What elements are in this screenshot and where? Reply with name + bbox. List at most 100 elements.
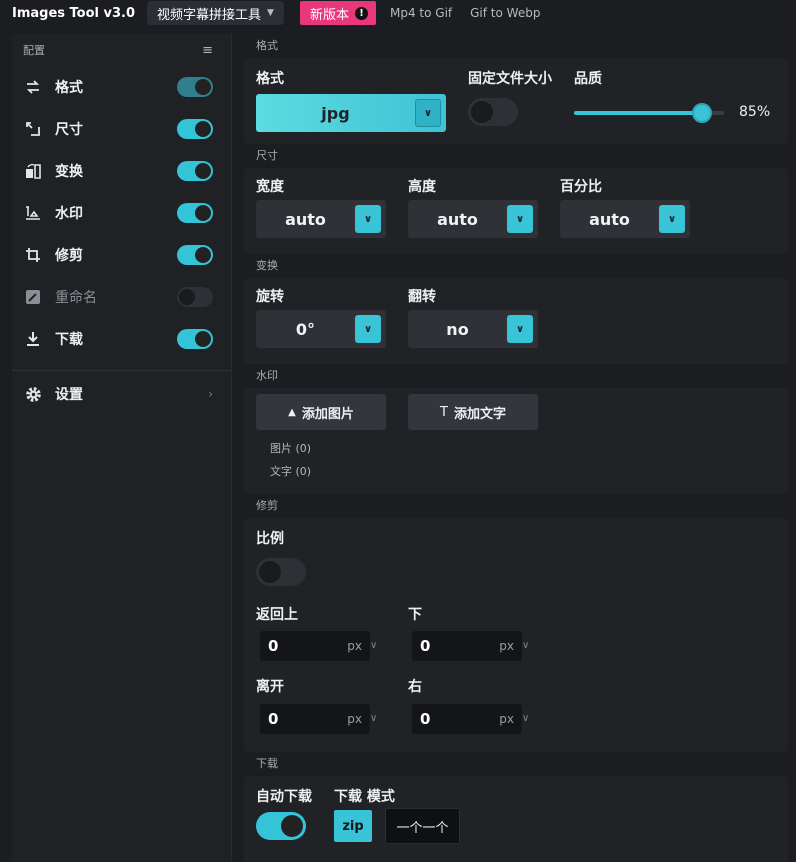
- crop-top-input[interactable]: 0 px: [260, 631, 370, 661]
- download-card: 自动下载 下载 模式 zip 一个一个: [244, 776, 788, 862]
- width-select-value: auto: [285, 209, 326, 229]
- flip-select[interactable]: no ∨: [408, 310, 538, 348]
- download-toggle[interactable]: [177, 329, 213, 349]
- format-card: 格式 jpg ∨ 固定文件大小 品质 85%: [244, 58, 788, 144]
- chevron-down-icon: ∨: [659, 205, 685, 233]
- ratio-toggle[interactable]: [256, 558, 306, 586]
- alert-icon: !: [354, 6, 368, 20]
- section-title-crop: 修剪: [256, 499, 278, 512]
- size-toggle[interactable]: [177, 119, 213, 139]
- tool-select[interactable]: 视频字幕拼接工具 ▼: [147, 1, 284, 25]
- sidebar-item-label: 重命名: [55, 290, 97, 306]
- texts-count: 文字 (0): [270, 465, 312, 478]
- chevron-down-icon: ∨: [355, 205, 381, 233]
- images-count: 图片 (0): [270, 442, 312, 455]
- resize-icon: [24, 120, 42, 138]
- crop-toggle[interactable]: [177, 245, 213, 265]
- sidebar-item-label: 水印: [55, 206, 83, 222]
- mode-single-option[interactable]: 一个一个: [385, 808, 460, 844]
- section-title-watermark: 水印: [256, 369, 278, 382]
- crop-bottom-input[interactable]: 0 px: [412, 631, 522, 661]
- rotate-select[interactable]: 0° ∨: [256, 310, 386, 348]
- sidebar-item-label: 修剪: [55, 248, 83, 264]
- auto-download-label: 自动下载: [256, 789, 312, 805]
- format-select[interactable]: jpg ∨: [256, 94, 446, 132]
- chevron-down-icon: ∨: [507, 315, 533, 343]
- width-select[interactable]: auto ∨: [256, 200, 386, 238]
- add-image-button[interactable]: ▲ 添加图片: [256, 394, 386, 430]
- crop-card: 比例 返回上 0 px ∨ 下 0 px ∨ 离开 0 px ∨ 右 0 px …: [244, 518, 788, 752]
- rotate-label: 旋转: [256, 289, 284, 305]
- quality-slider-fill: [574, 111, 702, 115]
- unit-label: px: [499, 712, 514, 726]
- chevron-down-icon[interactable]: ∨: [522, 640, 529, 651]
- percent-select-value: auto: [589, 209, 630, 229]
- percent-select[interactable]: auto ∨: [560, 200, 690, 238]
- section-title-format: 格式: [256, 39, 278, 52]
- download-icon: [24, 330, 42, 348]
- mode-zip-option[interactable]: zip: [334, 810, 372, 842]
- nav-link-mp4-to-gif[interactable]: Mp4 to Gif: [386, 6, 456, 20]
- section-title-transform: 变换: [256, 259, 278, 272]
- crop-bottom-label: 下: [408, 607, 422, 623]
- crop-right-input[interactable]: 0 px: [412, 704, 522, 734]
- crop-icon: [24, 246, 42, 264]
- sidebar-item-label: 变换: [55, 164, 83, 180]
- crop-left-input[interactable]: 0 px: [260, 704, 370, 734]
- height-select-value: auto: [437, 209, 478, 229]
- crop-top-label: 返回上: [256, 607, 298, 623]
- quality-slider-handle[interactable]: [691, 103, 712, 123]
- add-text-label: 添加文字: [453, 406, 506, 422]
- nav-link-gif-to-webp[interactable]: Gif to Webp: [466, 6, 544, 20]
- sidebar-divider: [12, 370, 231, 371]
- chevron-down-icon[interactable]: ∨: [370, 640, 377, 651]
- crop-right-value: 0: [420, 710, 431, 728]
- transform-icon: [24, 162, 42, 180]
- menu-icon[interactable]: ≡: [202, 43, 213, 58]
- height-label: 高度: [408, 179, 436, 195]
- sidebar-item-transform[interactable]: 变换: [12, 150, 231, 192]
- sidebar-header-label: 配置: [23, 44, 45, 57]
- format-label: 格式: [256, 71, 284, 87]
- sidebar-item-rename[interactable]: 重命名: [12, 276, 231, 318]
- quality-slider[interactable]: [574, 103, 724, 123]
- add-text-button[interactable]: T 添加文字: [408, 394, 538, 430]
- format-toggle[interactable]: [177, 77, 213, 97]
- chevron-down-icon[interactable]: ∨: [522, 713, 529, 724]
- section-title-download: 下载: [256, 757, 278, 770]
- app-title: Images Tool v3.0: [12, 5, 136, 21]
- sidebar-item-watermark[interactable]: 水印: [12, 192, 231, 234]
- crop-bottom-value: 0: [420, 637, 431, 655]
- transform-toggle[interactable]: [177, 161, 213, 181]
- rotate-select-value: 0°: [295, 319, 316, 339]
- unit-label: px: [347, 639, 362, 653]
- quality-value: 85%: [739, 104, 771, 120]
- crop-left-value: 0: [268, 710, 279, 728]
- sidebar-item-size[interactable]: 尺寸: [12, 108, 231, 150]
- mountain-icon: ▲: [288, 406, 296, 418]
- add-image-label: 添加图片: [301, 406, 354, 422]
- tool-select-value: 视频字幕拼接工具: [157, 7, 262, 23]
- watermark-icon: [24, 204, 42, 222]
- sidebar-item-download[interactable]: 下载: [12, 318, 231, 360]
- size-card: 宽度 auto ∨ 高度 auto ∨ 百分比 auto ∨: [244, 168, 788, 254]
- rename-toggle[interactable]: [177, 287, 213, 307]
- sidebar-item-settings[interactable]: 设置 ›: [12, 372, 231, 416]
- flip-label: 翻转: [408, 289, 436, 305]
- chevron-down-icon[interactable]: ∨: [370, 713, 377, 724]
- sidebar-item-format[interactable]: 格式: [12, 66, 231, 108]
- sidebar-item-crop[interactable]: 修剪: [12, 234, 231, 276]
- height-select[interactable]: auto ∨: [408, 200, 538, 238]
- watermark-card: ▲ 添加图片 T 添加文字 图片 (0) 文字 (0): [244, 388, 788, 494]
- sidebar-item-label: 尺寸: [55, 122, 83, 138]
- flip-select-value: no: [446, 319, 469, 339]
- text-icon: T: [440, 404, 448, 420]
- new-version-label: 新版本: [309, 7, 349, 23]
- ratio-label: 比例: [256, 531, 284, 547]
- fixed-size-label: 固定文件大小: [468, 71, 552, 87]
- auto-download-toggle[interactable]: [256, 812, 306, 840]
- chevron-down-icon: ∨: [507, 205, 533, 233]
- fixed-size-toggle[interactable]: [468, 98, 518, 126]
- new-version-button[interactable]: 新版本 !: [299, 1, 376, 25]
- watermark-toggle[interactable]: [177, 203, 213, 223]
